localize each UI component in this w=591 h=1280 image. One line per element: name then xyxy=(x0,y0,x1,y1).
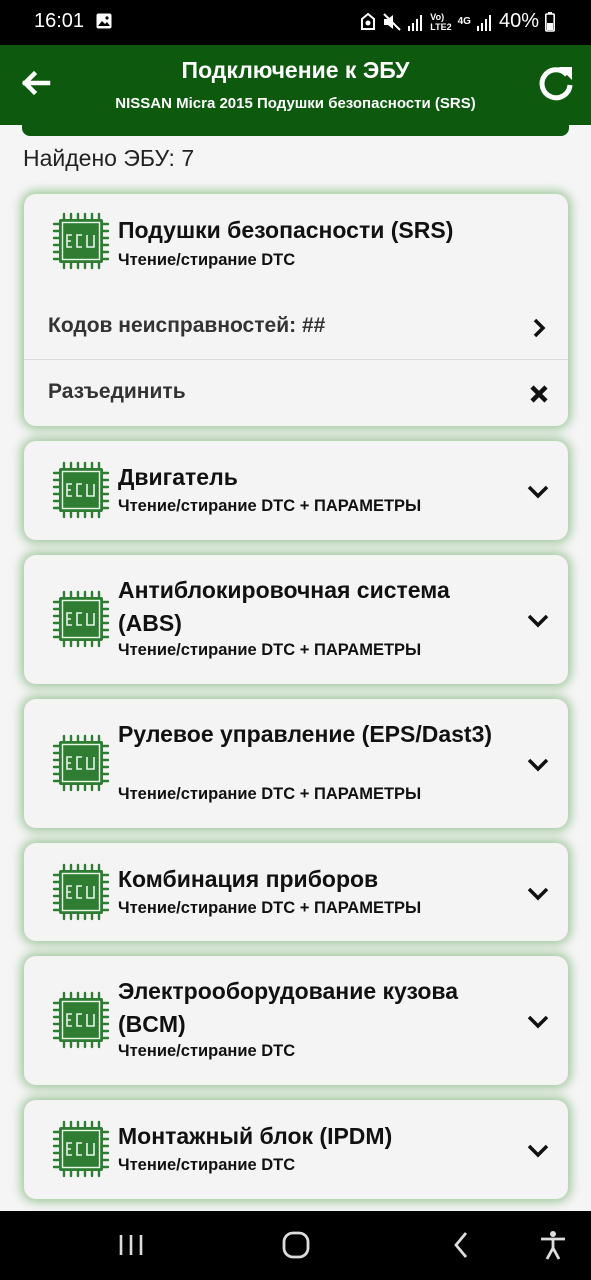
alarm-icon xyxy=(361,12,376,30)
ecu-chip-icon xyxy=(52,734,110,792)
ecu-card-meter[interactable]: Комбинация приборов Чтение/стирание DTC … xyxy=(24,843,568,941)
ecu-card-engine[interactable]: Двигатель Чтение/стирание DTC + ПАРАМЕТР… xyxy=(24,441,568,540)
ecu-card-bcm[interactable]: Электрооборудование кузова (BCM) Чтение/… xyxy=(24,956,568,1085)
volte-indicator: Vo) LTE2 xyxy=(430,11,452,32)
ecu-chip-icon xyxy=(52,461,110,519)
ecu-chip-icon xyxy=(52,991,110,1049)
ecu-card-ipdm[interactable]: Монтажный блок (IPDM) Чтение/стирание DT… xyxy=(24,1100,568,1199)
recents-icon[interactable] xyxy=(115,1229,147,1261)
ecu-subtitle: Чтение/стирание DTC xyxy=(118,1042,296,1060)
close-icon xyxy=(530,385,548,403)
chevron-down-icon[interactable] xyxy=(527,1015,549,1029)
battery-icon xyxy=(545,11,555,32)
ecu-found-count: Найдено ЭБУ: 7 xyxy=(23,145,195,171)
ecu-title: Рулевое управление (EPS/Dast3) xyxy=(118,721,493,747)
ecu-title: Электрооборудование кузова (BCM) xyxy=(118,978,459,1037)
chevron-down-icon[interactable] xyxy=(527,1144,549,1158)
ecu-subtitle: Чтение/стирание DTC xyxy=(118,251,296,269)
dtc-count-label: Кодов неисправностей: ## xyxy=(48,314,326,337)
ecu-chip-icon xyxy=(52,590,110,648)
ecu-card-srs[interactable]: Подушки безопасности (SRS) Чтение/стиран… xyxy=(24,194,568,426)
ecu-title: Комбинация приборов xyxy=(118,866,379,892)
ecu-subtitle: Чтение/стирание DTC xyxy=(118,1156,296,1174)
page-subtitle: NISSAN Micra 2015 Подушки безопасности (… xyxy=(115,95,476,112)
dtc-count-row[interactable]: Кодов неисправностей: ## xyxy=(24,294,568,359)
ecu-subtitle: Чтение/стирание DTC + ПАРАМЕТРЫ xyxy=(118,899,422,917)
disconnect-label: Разъединить xyxy=(48,380,186,403)
ecu-title: Антиблокировочная система (ABS) xyxy=(118,577,450,636)
ecu-title: Подушки безопасности (SRS) xyxy=(118,217,454,243)
status-bar: 16:01 Vo) LTE2 4G 40% xyxy=(0,0,591,45)
chevron-right-icon xyxy=(533,318,546,338)
chevron-down-icon[interactable] xyxy=(527,758,549,772)
refresh-icon[interactable] xyxy=(536,63,576,103)
ecu-title: Монтажный блок (IPDM) xyxy=(118,1123,393,1149)
ecu-chip-icon xyxy=(52,212,110,270)
network-gen-indicator: 4G xyxy=(457,16,471,27)
page-title: Подключение к ЭБУ xyxy=(181,57,410,83)
ecu-subtitle: Чтение/стирание DTC + ПАРАМЕТРЫ xyxy=(118,785,422,803)
chevron-down-icon[interactable] xyxy=(527,887,549,901)
image-notification-icon xyxy=(96,13,112,29)
ecu-card-abs[interactable]: Антиблокировочная система (ABS) Чтение/с… xyxy=(24,555,568,684)
app-header-tab xyxy=(22,125,569,136)
chevron-down-icon[interactable] xyxy=(527,614,549,628)
ecu-subtitle: Чтение/стирание DTC + ПАРАМЕТРЫ xyxy=(118,497,422,515)
ecu-card-eps[interactable]: Рулевое управление (EPS/Dast3) Чтение/ст… xyxy=(24,699,568,828)
ecu-title: Двигатель xyxy=(118,464,238,490)
signal-icon xyxy=(408,14,423,31)
accessibility-icon[interactable] xyxy=(537,1229,569,1261)
system-nav-bar xyxy=(0,1211,591,1280)
battery-percent: 40% xyxy=(498,10,539,32)
chevron-down-icon[interactable] xyxy=(527,485,549,499)
disconnect-row[interactable]: Разъединить xyxy=(24,360,568,426)
ecu-chip-icon xyxy=(52,863,110,921)
status-time: 16:01 xyxy=(34,10,85,32)
ecu-chip-icon xyxy=(52,1120,110,1178)
back-icon[interactable] xyxy=(446,1229,478,1261)
ecu-subtitle: Чтение/стирание DTC + ПАРАМЕТРЫ xyxy=(118,641,422,659)
home-icon[interactable] xyxy=(280,1229,312,1261)
mute-icon xyxy=(383,12,401,31)
signal-icon-2 xyxy=(476,14,491,31)
